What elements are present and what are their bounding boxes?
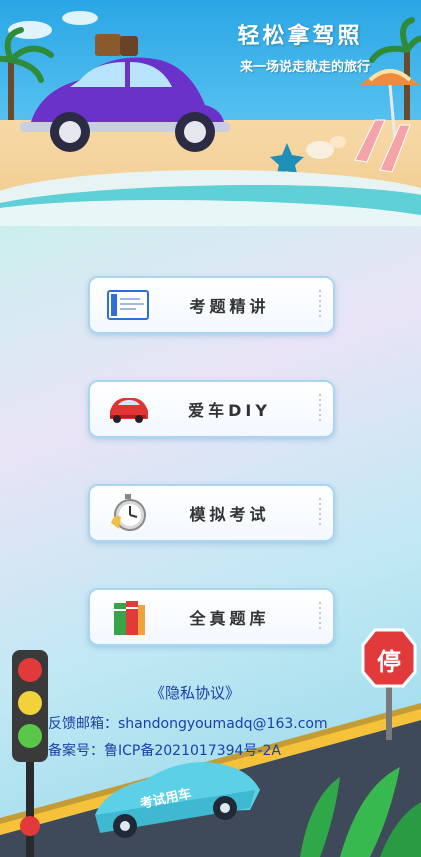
document-screen-icon [100,280,156,330]
menu-button-mock-exam[interactable]: 模拟考试 [88,484,335,542]
menu-label-exam-explanation: 考题精讲 [189,297,270,316]
icp-record-number: 备案号：鲁ICP备2021017394号-2A [48,743,281,759]
banner-subtitle: 来一场说走就走的旅行 [239,60,370,75]
menu-button-car-diy[interactable]: 爱车DIY [88,380,335,438]
header-banner: 轻松拿驾照 来一场说走就走的旅行 [0,0,421,226]
books-icon [100,592,156,642]
menu-label-mock-exam: 模拟考试 [189,505,270,524]
banner-title: 轻松拿驾照 [237,24,363,49]
stop-sign-label: 停 [377,648,401,676]
menu-label-car-diy: 爱车DIY [188,401,271,420]
privacy-policy-link[interactable]: 《隐私协议》 [150,682,240,703]
menu-button-exam-explanation[interactable]: 考题精讲 [88,276,335,334]
more-dots-icon [319,290,321,320]
stopwatch-icon [100,488,156,538]
more-dots-icon [319,602,321,632]
menu-button-question-bank[interactable]: 全真题库 [88,588,335,646]
more-dots-icon [319,394,321,424]
red-car-icon [100,384,156,434]
more-dots-icon [319,498,321,528]
test-car-label: 考试用车 [139,786,193,812]
feedback-email: 反馈邮箱：shandongyoumadq@163.com [48,716,328,732]
menu-label-question-bank: 全真题库 [189,609,270,628]
